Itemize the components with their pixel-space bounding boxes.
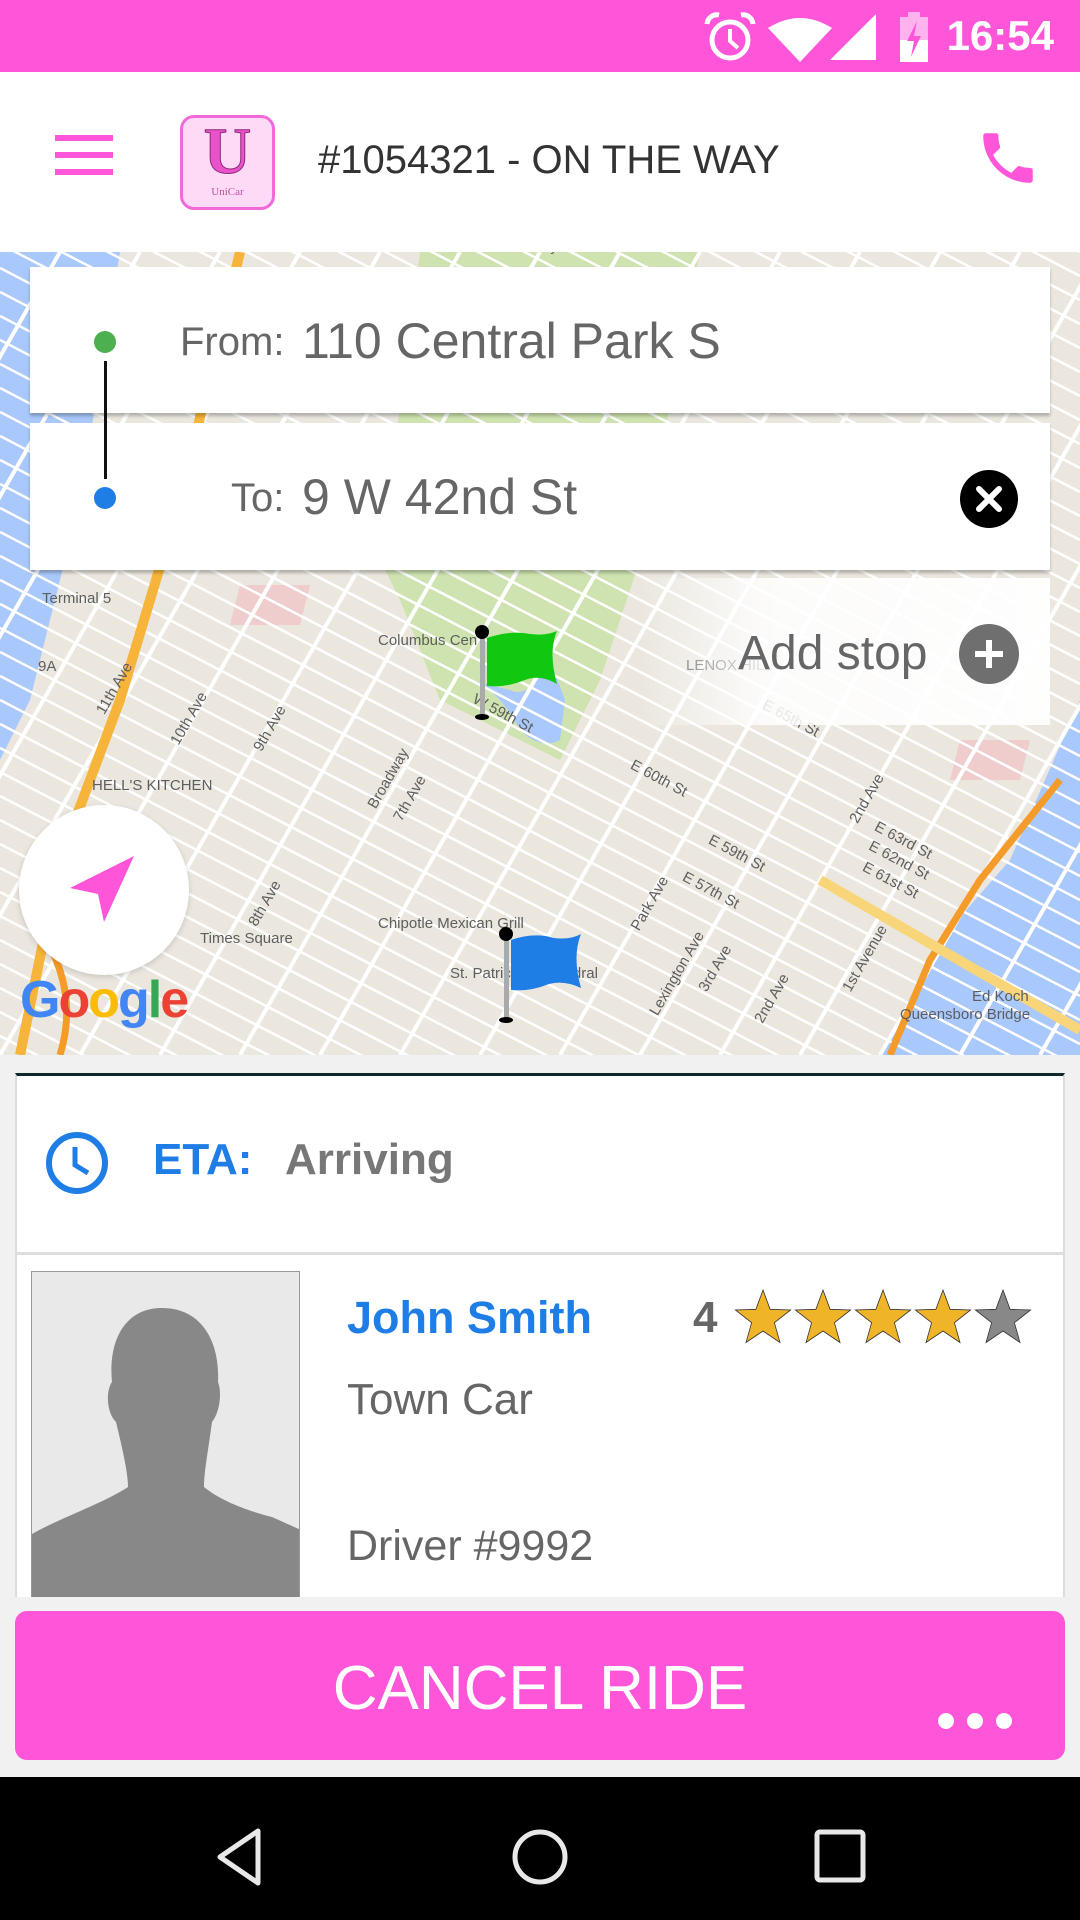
dropoff-flag — [511, 934, 581, 991]
map-label: Ed Koch — [972, 988, 1029, 1005]
google-letter: e — [160, 971, 189, 1029]
star-filled-icon — [914, 1288, 972, 1344]
app-logo: U UniCar — [180, 115, 275, 210]
recents-icon[interactable] — [814, 1829, 866, 1883]
driver-photo — [31, 1271, 300, 1597]
star-filled-icon — [794, 1288, 852, 1344]
dropoff-flag-marker[interactable] — [494, 926, 594, 1026]
status-bar: 16:54 — [0, 0, 1080, 72]
eta-value: Arriving — [285, 1135, 454, 1184]
map-label: 9A — [38, 658, 57, 675]
close-icon — [976, 486, 1002, 512]
hamburger-menu-icon[interactable] — [55, 135, 113, 175]
star-filled-icon — [854, 1288, 912, 1344]
star-empty-icon — [974, 1288, 1032, 1344]
clock-time: 16:54 — [946, 12, 1054, 59]
clock-icon — [46, 1132, 108, 1194]
logo-letter: U — [203, 115, 252, 188]
google-attribution: Google — [20, 970, 189, 1030]
pickup-flag-marker[interactable] — [470, 624, 570, 724]
logo-brand: UniCar — [211, 186, 244, 198]
person-silhouette-icon — [32, 1308, 299, 1597]
plus-icon — [975, 640, 1003, 668]
more-dots-icon[interactable] — [930, 1709, 1020, 1733]
pickup-dot — [94, 331, 116, 353]
map-label: Queensboro Bridge — [900, 1006, 1031, 1023]
add-stop-label[interactable]: Add stop — [738, 626, 927, 681]
google-letter: l — [147, 971, 163, 1029]
vehicle-type: Town Car — [347, 1375, 533, 1424]
dropoff-address[interactable]: 9 W 42nd St — [302, 468, 577, 526]
dropoff-dot — [94, 487, 116, 509]
pickup-label: From: — [180, 320, 285, 364]
cancel-ride-button[interactable]: CANCEL RIDE — [15, 1611, 1065, 1760]
map-label: Times Square — [200, 930, 293, 947]
alarm-icon — [704, 12, 756, 61]
wifi-icon — [768, 18, 832, 62]
dropoff-label: To: — [231, 476, 285, 520]
rating-stars — [734, 1288, 1032, 1344]
google-letter: g — [117, 971, 150, 1029]
clear-dropoff-button[interactable] — [960, 470, 1018, 528]
star-filled-icon — [734, 1288, 792, 1344]
my-location-button[interactable] — [19, 805, 189, 975]
add-stop-button[interactable] — [959, 624, 1019, 684]
cancel-ride-label: CANCEL RIDE — [332, 1654, 748, 1723]
google-letter: o — [58, 971, 90, 1029]
driver-name: John Smith — [347, 1292, 592, 1343]
map-label: of Natural History — [442, 252, 558, 255]
rating-value: 4 — [693, 1293, 718, 1342]
system-nav-bar — [0, 1777, 1080, 1920]
page-title: #1054321 - ON THE WAY — [318, 138, 780, 182]
battery-charging-icon — [900, 12, 928, 62]
map-label: Columbus Cen — [378, 632, 478, 649]
google-letter: G — [20, 971, 60, 1029]
pickup-address[interactable]: 110 Central Park S — [302, 312, 721, 370]
cell-signal-icon — [830, 14, 876, 60]
phone-icon[interactable] — [975, 125, 1041, 191]
driver-id: Driver #9992 — [347, 1522, 594, 1570]
navigation-arrow-icon — [70, 856, 134, 922]
map-label: HELL'S KITCHEN — [92, 777, 213, 794]
back-icon[interactable] — [214, 1827, 268, 1887]
map-label: Terminal 5 — [42, 590, 112, 607]
route-connector — [104, 361, 107, 479]
home-icon[interactable] — [510, 1827, 570, 1887]
google-letter: o — [88, 971, 120, 1029]
eta-label: ETA: — [153, 1135, 253, 1184]
pickup-flag — [487, 631, 557, 687]
